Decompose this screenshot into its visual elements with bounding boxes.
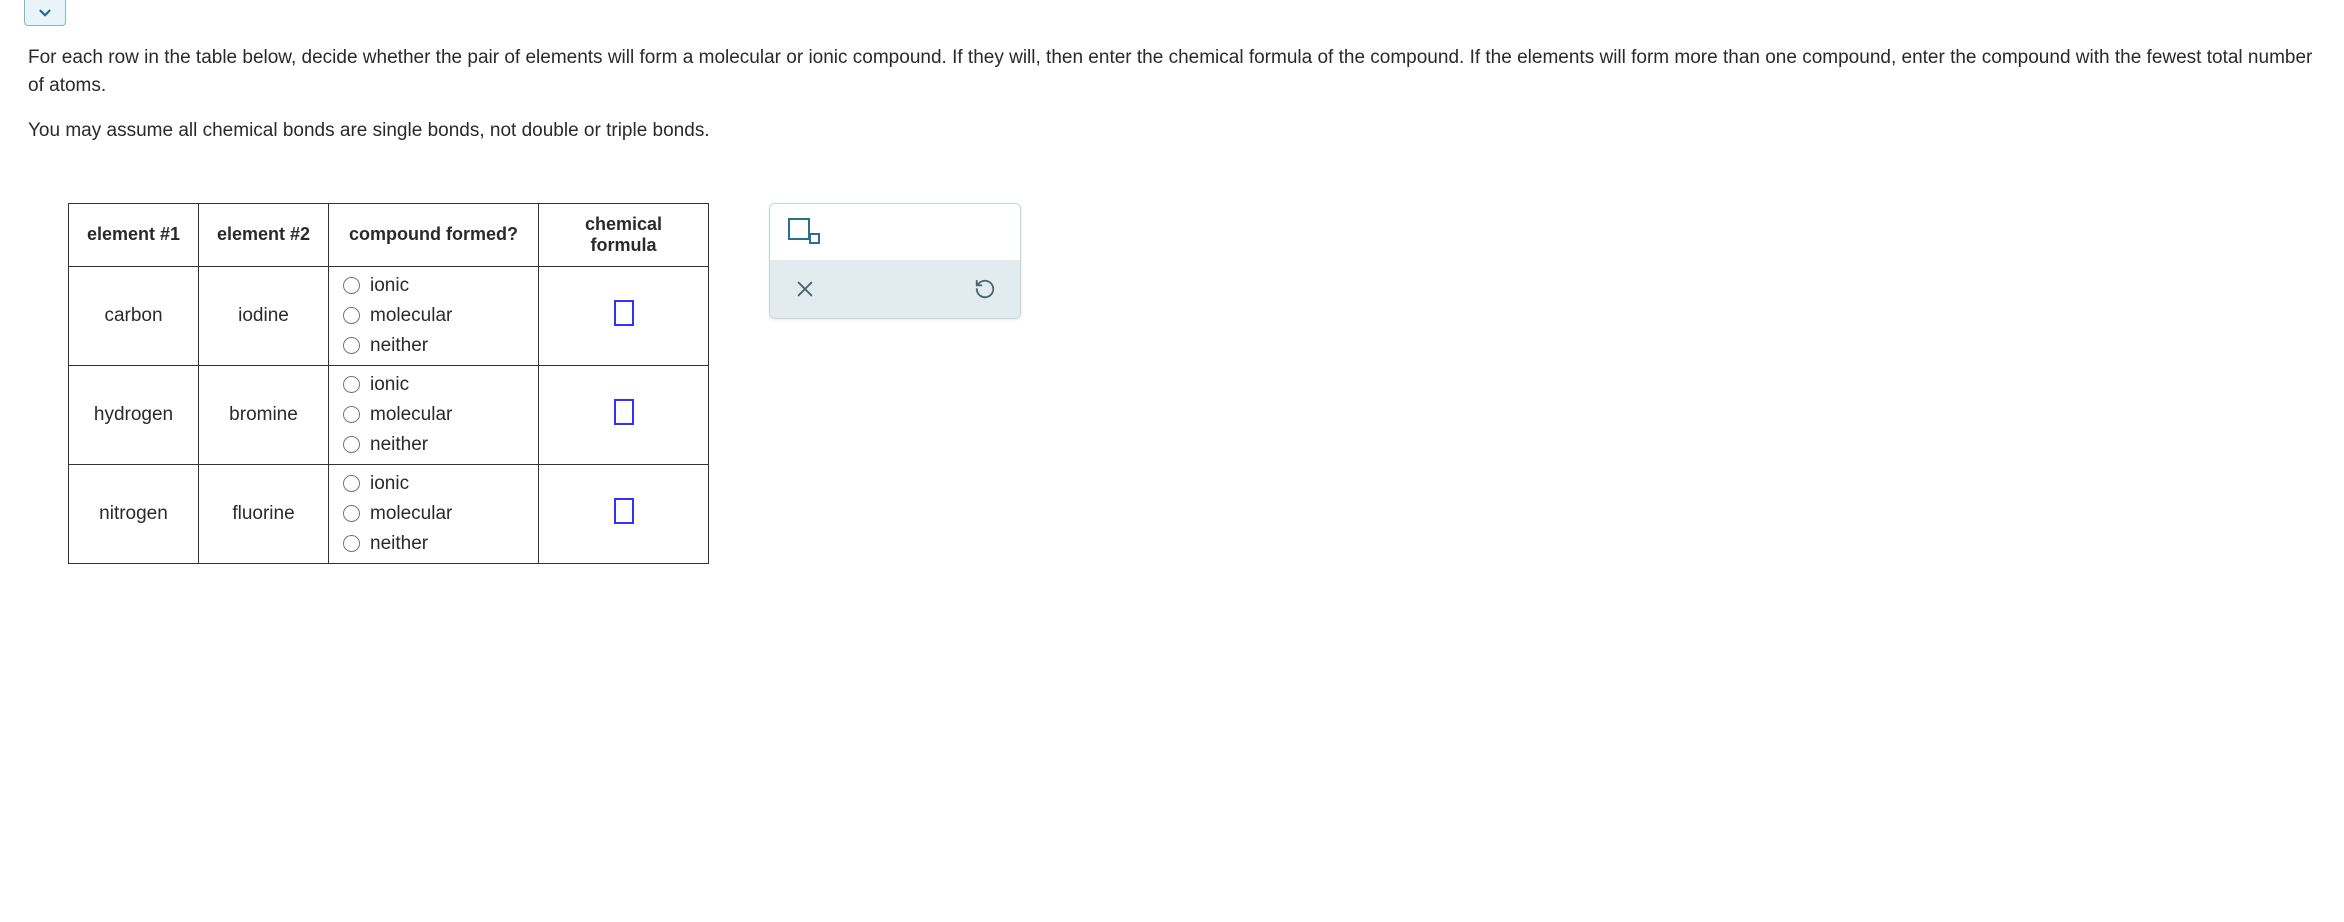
radio-neither[interactable]: neither <box>343 533 428 555</box>
tool-panel <box>769 203 1021 319</box>
radio-ionic[interactable]: ionic <box>343 275 409 297</box>
radio-label: neither <box>370 434 428 456</box>
header-chemical-formula: chemical formula <box>539 203 709 266</box>
radio-label: molecular <box>370 404 452 426</box>
radio-label: ionic <box>370 374 409 396</box>
radio-label: neither <box>370 335 428 357</box>
cell-element-1: hydrogen <box>69 365 199 464</box>
cell-element-1: carbon <box>69 266 199 365</box>
undo-icon <box>974 278 996 300</box>
question-para-2: You may assume all chemical bonds are si… <box>28 117 2316 145</box>
radio-neither[interactable]: neither <box>343 434 428 456</box>
question-para-1: For each row in the table below, decide … <box>28 44 2316 99</box>
elements-table: element #1 element #2 compound formed? c… <box>68 203 709 564</box>
chevron-down-icon <box>36 4 54 22</box>
formula-input[interactable] <box>614 300 634 326</box>
cell-element-1: nitrogen <box>69 464 199 563</box>
cell-element-2: fluorine <box>199 464 329 563</box>
radio-ionic[interactable]: ionic <box>343 473 409 495</box>
table-row: nitrogen fluorine ionic molecular neithe… <box>69 464 709 563</box>
close-icon <box>794 278 816 300</box>
radio-molecular[interactable]: molecular <box>343 404 452 426</box>
table-row: carbon iodine ionic molecular neither <box>69 266 709 365</box>
radio-molecular[interactable]: molecular <box>343 305 452 327</box>
header-compound-formed: compound formed? <box>329 203 539 266</box>
radio-ionic[interactable]: ionic <box>343 374 409 396</box>
subscript-icon <box>788 218 810 240</box>
clear-button[interactable] <box>792 276 818 302</box>
subscript-icon <box>809 233 820 244</box>
radio-label: molecular <box>370 305 452 327</box>
question-text: For each row in the table below, decide … <box>0 26 2344 173</box>
formula-input[interactable] <box>614 399 634 425</box>
cell-element-2: iodine <box>199 266 329 365</box>
header-element-1: element #1 <box>69 203 199 266</box>
reset-button[interactable] <box>972 276 998 302</box>
radio-label: neither <box>370 533 428 555</box>
cell-element-2: bromine <box>199 365 329 464</box>
formula-input[interactable] <box>614 498 634 524</box>
collapse-toggle[interactable] <box>24 0 66 26</box>
radio-label: ionic <box>370 275 409 297</box>
radio-neither[interactable]: neither <box>343 335 428 357</box>
radio-label: ionic <box>370 473 409 495</box>
radio-label: molecular <box>370 503 452 525</box>
table-row: hydrogen bromine ionic molecular neither <box>69 365 709 464</box>
subscript-tool-button[interactable] <box>788 218 820 240</box>
header-element-2: element #2 <box>199 203 329 266</box>
radio-molecular[interactable]: molecular <box>343 503 452 525</box>
